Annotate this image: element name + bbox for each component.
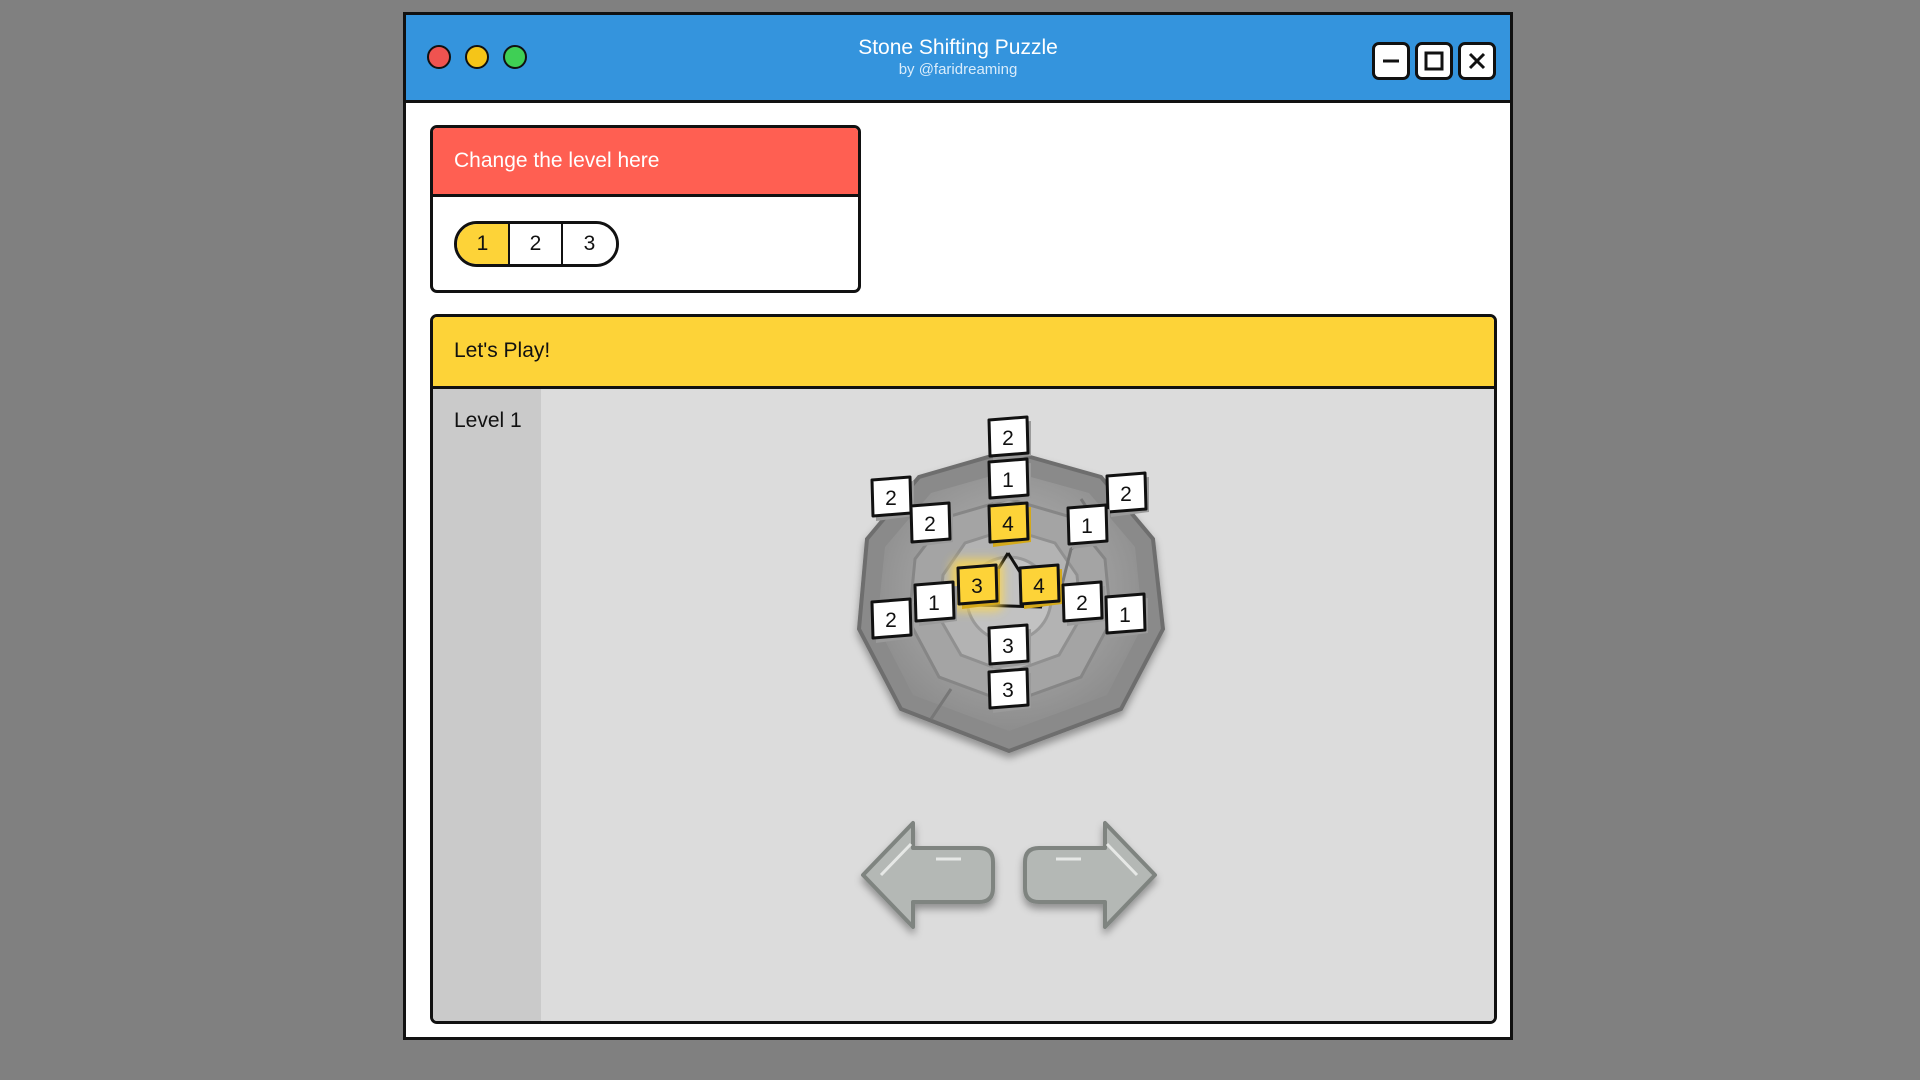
minimize-button[interactable] bbox=[1372, 42, 1410, 80]
title-bar: Stone Shifting Puzzle by @faridreaming bbox=[406, 15, 1510, 103]
window-subtitle: by @faridreaming bbox=[898, 61, 1018, 78]
stone-value: 1 bbox=[1081, 515, 1093, 538]
maximize-icon bbox=[1424, 51, 1444, 71]
stone-value: 1 bbox=[1119, 604, 1131, 627]
level-option-1[interactable]: 1 bbox=[457, 224, 510, 264]
stone-tile[interactable]: 4 bbox=[987, 501, 1031, 547]
stone-tile[interactable]: 2 bbox=[870, 597, 914, 643]
level-option-3[interactable]: 3 bbox=[563, 224, 616, 264]
stone-tile[interactable]: 2 bbox=[870, 475, 914, 521]
rotate-right-button[interactable] bbox=[1023, 821, 1157, 929]
stone-value: 1 bbox=[928, 592, 940, 615]
stone-tile[interactable]: 2 bbox=[1105, 471, 1149, 517]
level-card: Change the level here 1 2 3 bbox=[430, 125, 861, 293]
stone-tile[interactable]: 1 bbox=[1104, 592, 1148, 638]
stone-tile[interactable]: 4 bbox=[1018, 563, 1062, 609]
level-sidebar bbox=[433, 389, 541, 1021]
stone-tile[interactable]: 3 bbox=[951, 559, 1003, 611]
stone-tile[interactable]: 1 bbox=[913, 580, 957, 626]
level-card-heading: Change the level here bbox=[433, 128, 858, 197]
stone-value: 3 bbox=[1002, 679, 1014, 702]
stone-tile[interactable]: 2 bbox=[987, 415, 1031, 461]
window-title: Stone Shifting Puzzle bbox=[858, 36, 1058, 59]
level-label: Level 1 bbox=[454, 409, 522, 432]
stone-value: 2 bbox=[1120, 483, 1132, 506]
maximize-button[interactable] bbox=[1415, 42, 1453, 80]
level-selector: 1 2 3 bbox=[454, 221, 619, 267]
stone-tile[interactable]: 1 bbox=[1066, 503, 1110, 549]
stone-value: 2 bbox=[1076, 592, 1088, 615]
stone-value: 2 bbox=[885, 487, 897, 510]
stone-tile[interactable]: 3 bbox=[987, 623, 1031, 669]
stone-tile[interactable]: 2 bbox=[909, 501, 953, 547]
game-area: 2 1 4 2 2 2 1 3 4 1 2 2 1 3 3 bbox=[541, 389, 1494, 1021]
close-icon bbox=[1468, 52, 1486, 70]
close-button[interactable] bbox=[1458, 42, 1496, 80]
stone-tile[interactable]: 2 bbox=[1061, 580, 1105, 626]
play-card: Let's Play! Level 1 2 1 4 2 2 2 1 3 4 1 … bbox=[430, 314, 1497, 1024]
stone-value: 3 bbox=[1002, 635, 1014, 658]
minimize-icon bbox=[1383, 59, 1399, 63]
stone-value: 1 bbox=[1002, 469, 1014, 492]
app-window: Stone Shifting Puzzle by @faridreaming C… bbox=[403, 12, 1513, 1040]
stone-value: 2 bbox=[924, 513, 936, 536]
stone-value: 4 bbox=[1033, 575, 1045, 598]
rotate-left-button[interactable] bbox=[861, 821, 995, 929]
stone-value: 3 bbox=[971, 575, 983, 598]
level-option-2[interactable]: 2 bbox=[510, 224, 563, 264]
stone-tile[interactable]: 1 bbox=[987, 457, 1031, 503]
play-card-heading: Let's Play! bbox=[433, 317, 1494, 389]
stone-value: 2 bbox=[885, 609, 897, 632]
stone-value: 2 bbox=[1002, 427, 1014, 450]
stone-value: 4 bbox=[1002, 513, 1014, 536]
game-board: 2 1 4 2 2 2 1 3 4 1 2 2 1 3 3 bbox=[856, 415, 1166, 929]
stone-tile[interactable]: 3 bbox=[987, 667, 1031, 713]
title-wrap: Stone Shifting Puzzle by @faridreaming bbox=[406, 35, 1510, 79]
